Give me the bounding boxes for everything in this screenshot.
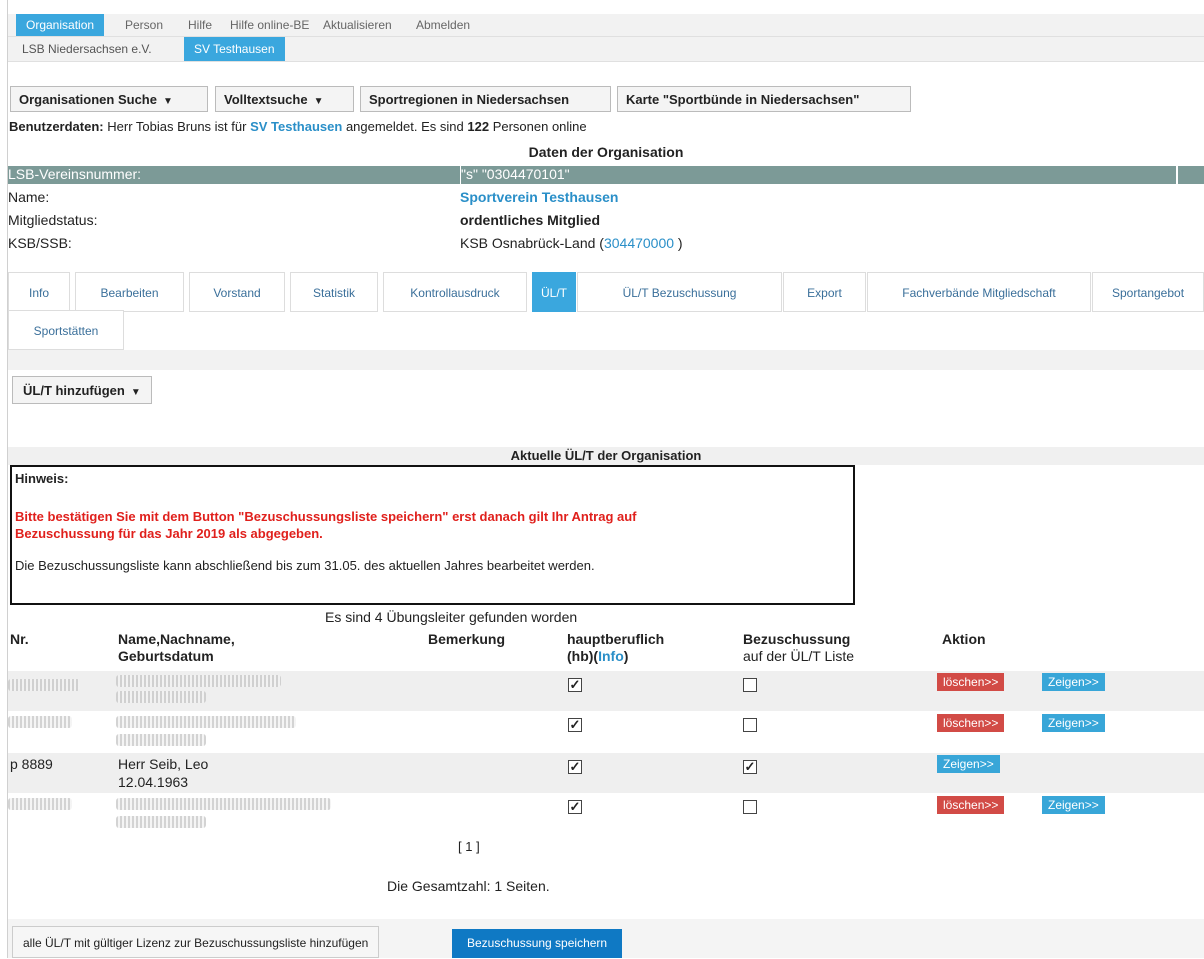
redacted-birthdate (116, 691, 206, 703)
row-name: Herr Seib, Leo (118, 756, 209, 772)
found-count: Es sind 4 Übungsleiter gefunden worden (325, 609, 578, 625)
notice-box: Hinweis: Bitte bestätigen Sie mit dem Bu… (10, 465, 855, 605)
org-row-name: Name: Sportverein Testhausen (8, 189, 619, 205)
bez-checkbox[interactable]: ✓ (743, 760, 757, 774)
show-button[interactable]: Zeigen>> (1042, 673, 1105, 691)
tab-sportangebot[interactable]: Sportangebot (1092, 272, 1204, 312)
total-pages: Die Gesamtzahl: 1 Seiten. (387, 878, 550, 894)
hb-checkbox[interactable]: ✓ (568, 800, 582, 814)
hb-checkbox[interactable]: ✓ (568, 760, 582, 774)
delete-button[interactable]: löschen>> (937, 673, 1005, 691)
nav-abmelden[interactable]: Abmelden (406, 14, 480, 36)
sub-nav: LSB Niedersachsen e.V. SV Testhausen (8, 37, 1204, 62)
tab-export[interactable]: Export (783, 272, 866, 312)
tab-sportstaetten[interactable]: Sportstätten (8, 310, 124, 350)
redacted-birthdate (116, 816, 206, 828)
redacted-name (116, 716, 296, 728)
show-button[interactable]: Zeigen>> (1042, 796, 1105, 814)
subnav-lsb[interactable]: LSB Niedersachsen e.V. (12, 37, 162, 61)
tab-info[interactable]: Info (8, 272, 70, 312)
tab-fachverbaende[interactable]: Fachverbände Mitgliedschaft (867, 272, 1091, 312)
regions-button[interactable]: Sportregionen in Niedersachsen (360, 86, 611, 112)
org-search-dropdown[interactable]: Organisationen Suche ▼ (10, 86, 208, 112)
subnav-sv-testhausen[interactable]: SV Testhausen (184, 37, 285, 61)
add-ult-dropdown[interactable]: ÜL/T hinzufügen ▼ (12, 376, 152, 404)
save-subsidy-button[interactable]: Bezuschussung speichern (452, 929, 623, 958)
table-row: ✓ löschen>> Zeigen>> (8, 794, 1204, 834)
org-row-status: Mitgliedstatus: ordentliches Mitglied (8, 212, 601, 228)
table-row: ✓ löschen>> Zeigen>> (8, 671, 1204, 711)
col-action: Aktion (942, 631, 986, 647)
redacted-nr (8, 679, 80, 691)
col-remark: Bemerkung (428, 631, 506, 647)
caret-down-icon: ▼ (162, 96, 173, 107)
table-row: ✓ löschen>> Zeigen>> (8, 712, 1204, 752)
top-nav: Organisation Person Hilfe Hilfe online-B… (8, 14, 1204, 37)
nav-person[interactable]: Person (115, 14, 173, 36)
tab-vorstand[interactable]: Vorstand (189, 272, 285, 312)
hb-checkbox[interactable]: ✓ (568, 678, 582, 692)
delete-button[interactable]: löschen>> (937, 796, 1005, 814)
nav-aktualisieren[interactable]: Aktualisieren (313, 14, 402, 36)
redacted-nr (8, 716, 72, 728)
caret-down-icon: ▼ (313, 96, 324, 107)
user-org-link[interactable]: SV Testhausen (250, 119, 342, 134)
tab-kontrollausdruck[interactable]: Kontrollausdruck (383, 272, 527, 312)
current-ult-title: Aktuelle ÜL/T der Organisation (8, 447, 1204, 465)
redacted-name (116, 798, 331, 810)
show-button[interactable]: Zeigen>> (937, 755, 1000, 773)
nav-hilfe-online[interactable]: Hilfe online-BE (220, 14, 319, 36)
org-section-title: Daten der Organisation (528, 144, 684, 160)
ksb-link[interactable]: 304470000 (604, 235, 674, 251)
map-button[interactable]: Karte "Sportbünde in Niedersachsen" (617, 86, 911, 112)
bez-checkbox[interactable] (743, 800, 757, 814)
delete-button[interactable]: löschen>> (937, 714, 1005, 732)
tab-statistik[interactable]: Statistik (290, 272, 378, 312)
spacer-band (8, 350, 1204, 370)
col-hb: hauptberuflich (hb)(Info) (567, 631, 665, 664)
hb-checkbox[interactable]: ✓ (568, 718, 582, 732)
tab-bar: Info Bearbeiten Vorstand Statistik Kontr… (8, 272, 1204, 351)
fulltext-dropdown[interactable]: Volltextsuche ▼ (215, 86, 354, 112)
bez-checkbox[interactable] (743, 718, 757, 732)
nav-hilfe[interactable]: Hilfe (178, 14, 222, 36)
redacted-nr (8, 798, 72, 810)
hb-info-link[interactable]: Info (598, 648, 624, 664)
bez-checkbox[interactable] (743, 678, 757, 692)
caret-down-icon: ▼ (130, 387, 141, 398)
col-name: Name,Nachname, Geburtsdatum (118, 631, 235, 664)
tab-bearbeiten[interactable]: Bearbeiten (75, 272, 184, 312)
table-row: p 8889 Herr Seib, Leo 12.04.1963 ✓ ✓ Zei… (8, 753, 1204, 793)
col-bez: Bezuschussung auf der ÜL/T Liste (743, 631, 855, 664)
org-row-number: LSB-Vereinsnummer: "s" "0304470101" (8, 166, 1204, 184)
show-button[interactable]: Zeigen>> (1042, 714, 1105, 732)
org-row-ksb: KSB/SSB: KSB Osnabrück-Land (304470000 ) (8, 235, 683, 251)
tab-ult-bezuschussung[interactable]: ÜL/T Bezuschussung (577, 272, 782, 312)
redacted-name (116, 675, 281, 687)
tab-ult[interactable]: ÜL/T (532, 272, 576, 312)
col-nr: Nr. (10, 631, 29, 647)
pagination[interactable]: [ 1 ] (458, 839, 480, 854)
nav-organisation[interactable]: Organisation (16, 14, 105, 36)
redacted-birthdate (116, 734, 206, 746)
row-nr: p 8889 (10, 756, 53, 772)
user-info: Benutzerdaten: Herr Tobias Bruns ist für… (9, 119, 587, 134)
add-all-licensed-button[interactable]: alle ÜL/T mit gültiger Lizenz zur Bezusc… (12, 926, 380, 958)
row-birthdate: 12.04.1963 (118, 774, 189, 790)
